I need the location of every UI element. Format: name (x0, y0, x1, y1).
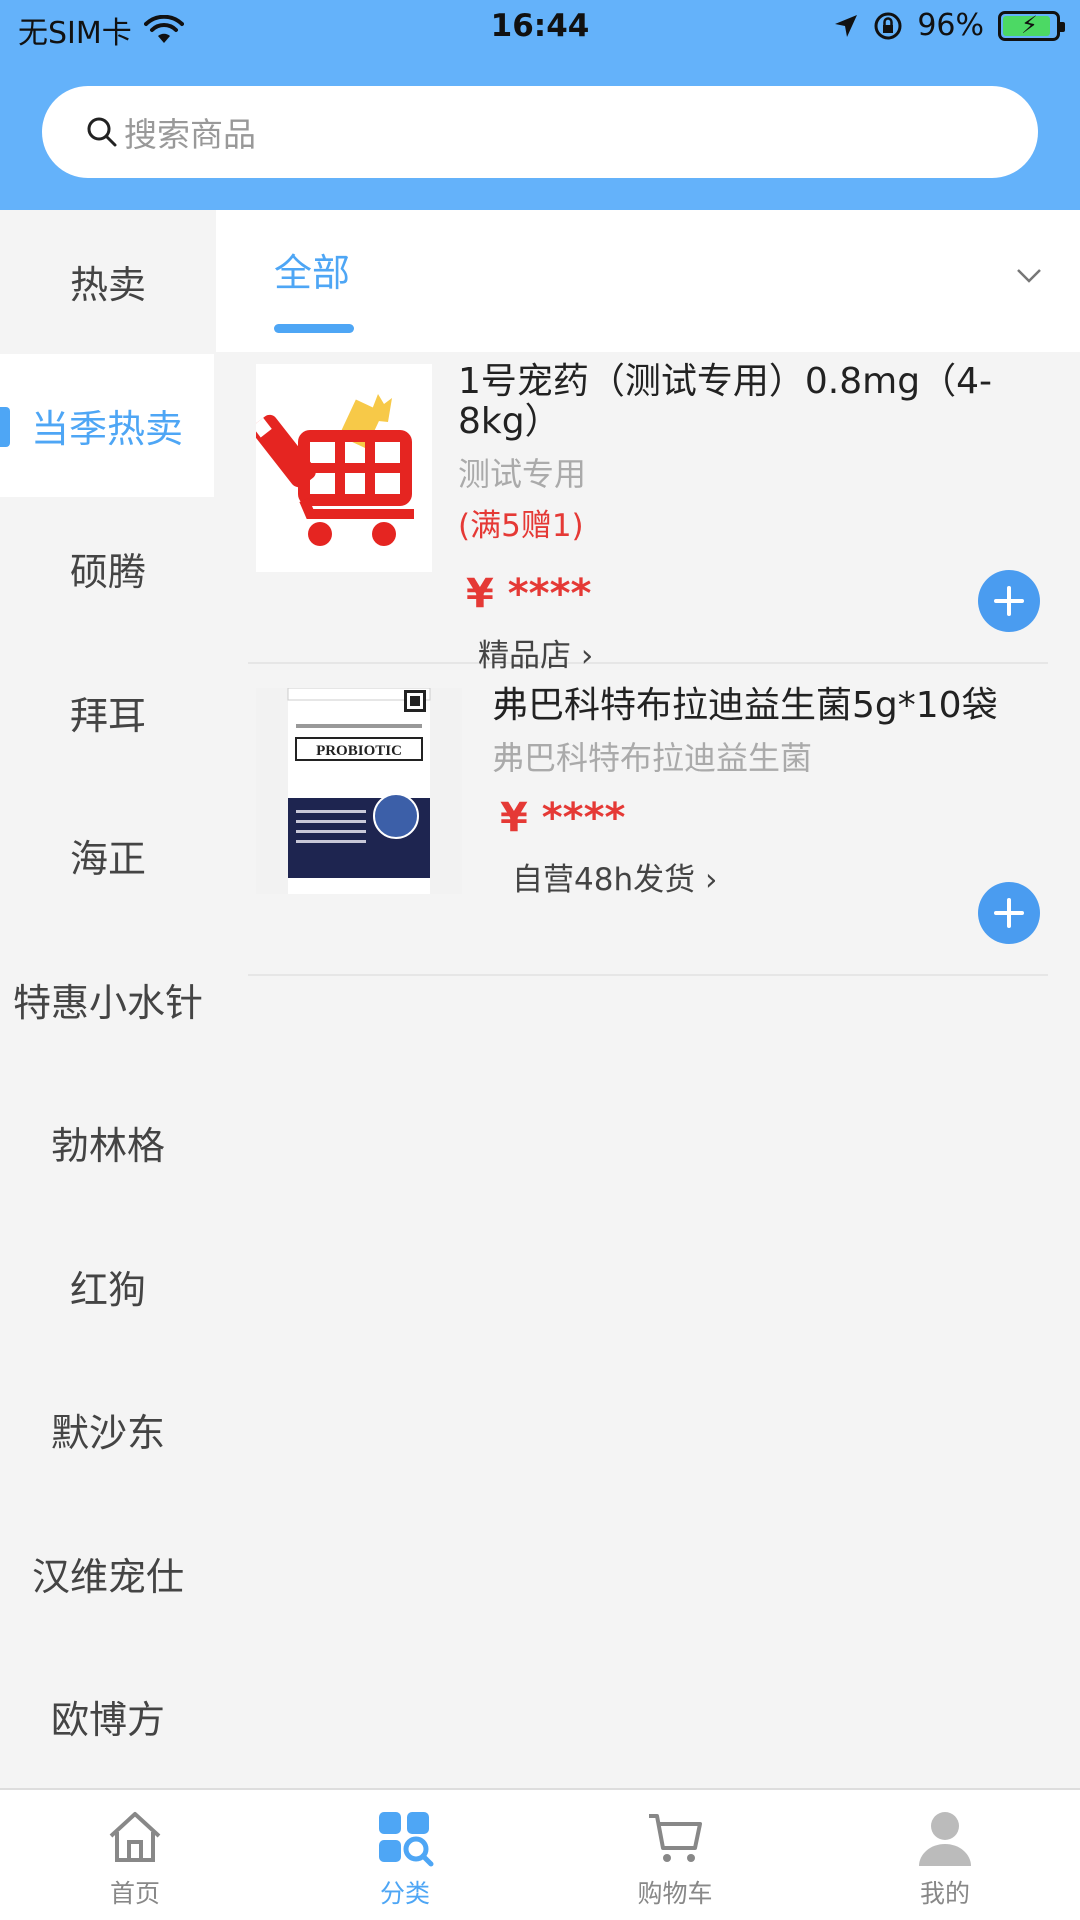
header: 无SIM卡 16:44 96% ⚡ 搜索商品 (0, 0, 1080, 210)
cart-logo-image (256, 364, 432, 572)
battery-icon: ⚡ (998, 10, 1065, 41)
probiotic-label: PROBIOTIC (316, 743, 402, 759)
add-to-cart-button[interactable] (978, 570, 1040, 632)
sidebar-item-haizheng[interactable]: 海正 (0, 784, 216, 928)
product-image[interactable]: PROBIOTIC (256, 688, 462, 894)
product-card[interactable]: PROBIOTIC 弗巴科特布拉迪益生菌5g*10袋 弗巴科特布拉迪益生菌 ¥ … (248, 664, 1048, 976)
status-bar: 无SIM卡 16:44 96% ⚡ (0, 0, 1080, 56)
home-icon (109, 1812, 161, 1862)
bottom-tab-bar: 首页 分类 购物车 我的 (0, 1788, 1080, 1920)
location-arrow-icon (835, 14, 858, 37)
sidebar-item-bayer[interactable]: 拜耳 (0, 641, 216, 785)
search-placeholder: 搜索商品 (124, 115, 256, 154)
product-panel: 全部 1号宠药（测试专用）0.8mg（4-8kg） 测试专用 (满5赠1) ¥ … (216, 210, 1080, 1788)
cart-icon (649, 1814, 702, 1862)
product-price: ¥ **** (500, 795, 626, 841)
nav-home[interactable]: 首页 (0, 1790, 270, 1920)
tab-all[interactable]: 全部 (274, 242, 350, 297)
nav-label: 分类 (379, 1879, 430, 1908)
sidebar-item-oubofang[interactable]: 欧博方 (0, 1645, 216, 1789)
category-icon (379, 1812, 434, 1867)
add-to-cart-button[interactable] (978, 882, 1040, 944)
category-sidebar: 热卖 当季热卖 硕腾 拜耳 海正 特惠小水针 勃林格 红狗 默沙东 汉维宠仕 欧… (0, 210, 216, 1788)
product-card[interactable]: 1号宠药（测试专用）0.8mg（4-8kg） 测试专用 (满5赠1) ¥ ***… (248, 352, 1048, 674)
nav-category[interactable]: 分类 (270, 1790, 540, 1920)
product-title[interactable]: 弗巴科特布拉迪益生菌5g*10袋 (492, 686, 1052, 726)
product-image[interactable] (256, 364, 432, 572)
sub-tab-bar: 全部 (216, 210, 1080, 352)
sidebar-item-hot[interactable]: 热卖 (0, 210, 216, 354)
search-input[interactable]: 搜索商品 (42, 86, 1038, 178)
nav-cart[interactable]: 购物车 (540, 1790, 810, 1920)
sidebar-item-zoetis[interactable]: 硕腾 (0, 497, 216, 641)
nav-label: 购物车 (637, 1879, 713, 1908)
battery-percent: 96% (917, 8, 984, 43)
sidebar-item-msd[interactable]: 默沙东 (0, 1358, 216, 1502)
rotation-lock-icon (874, 12, 902, 39)
nav-profile[interactable]: 我的 (810, 1790, 1080, 1920)
probiotic-box-image: PROBIOTIC (256, 688, 462, 894)
sidebar-item-discount-injections[interactable]: 特惠小水针 (0, 928, 216, 1072)
profile-icon (919, 1812, 971, 1866)
search-icon (87, 117, 117, 147)
tab-indicator (274, 324, 354, 333)
chevron-down-icon[interactable] (1014, 260, 1044, 290)
product-promo: (满5赠1) (458, 508, 584, 544)
sidebar-item-boehringer[interactable]: 勃林格 (0, 1071, 216, 1215)
sidebar-item-red-dog[interactable]: 红狗 (0, 1215, 216, 1359)
sidebar-item-hanwei[interactable]: 汉维宠仕 (0, 1502, 216, 1646)
product-subtitle: 测试专用 (458, 455, 587, 493)
nav-label: 我的 (919, 1879, 970, 1908)
product-price: ¥ **** (466, 571, 592, 617)
product-subtitle: 弗巴科特布拉迪益生菌 (492, 739, 813, 777)
nav-label: 首页 (109, 1879, 160, 1908)
sidebar-item-seasonal-hot[interactable]: 当季热卖 (0, 353, 214, 497)
shop-link[interactable]: 自营48h发货 › (512, 860, 1052, 900)
product-title[interactable]: 1号宠药（测试专用）0.8mg（4-8kg） (458, 362, 1038, 442)
